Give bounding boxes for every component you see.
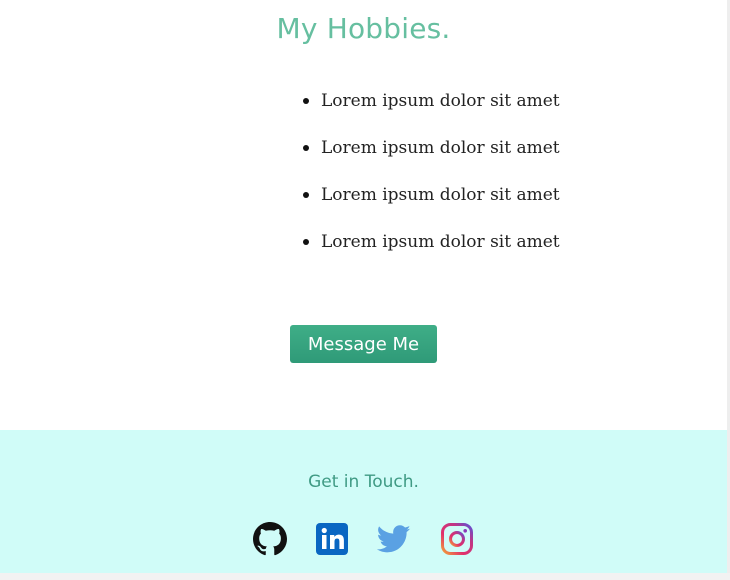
instagram-icon[interactable] [440, 522, 474, 556]
hobby-text: Lorem ipsum dolor sit amet [321, 185, 560, 205]
github-icon[interactable] [253, 522, 287, 556]
twitter-icon-graphic [377, 525, 411, 553]
hobbies-list: Lorem ipsum dolor sit amet Lorem ipsum d… [303, 86, 560, 274]
github-icon-graphic [253, 522, 287, 556]
hobbies-title: My Hobbies. [276, 12, 451, 45]
footer-title: Get in Touch. [308, 472, 419, 492]
page: My Hobbies. Lorem ipsum dolor sit amet L… [0, 0, 730, 580]
bullet-icon [303, 98, 309, 104]
hobby-item: Lorem ipsum dolor sit amet [303, 133, 560, 180]
bullet-icon [303, 192, 309, 198]
footer: Get in Touch. [0, 430, 727, 573]
linkedin-icon-graphic [316, 523, 348, 555]
hobby-text: Lorem ipsum dolor sit amet [321, 232, 560, 252]
bullet-icon [303, 145, 309, 151]
hobby-text: Lorem ipsum dolor sit amet [321, 91, 560, 111]
hobby-item: Lorem ipsum dolor sit amet [303, 227, 560, 274]
bottom-strip [0, 573, 730, 580]
hobby-item: Lorem ipsum dolor sit amet [303, 180, 560, 227]
hobbies-section: My Hobbies. Lorem ipsum dolor sit amet L… [0, 0, 727, 430]
instagram-icon-graphic [441, 523, 473, 555]
bullet-icon [303, 239, 309, 245]
hobby-text: Lorem ipsum dolor sit amet [321, 138, 560, 158]
hobby-item: Lorem ipsum dolor sit amet [303, 86, 560, 133]
linkedin-icon[interactable] [315, 522, 349, 556]
twitter-icon[interactable] [377, 522, 411, 556]
message-me-button[interactable]: Message Me [290, 325, 437, 363]
